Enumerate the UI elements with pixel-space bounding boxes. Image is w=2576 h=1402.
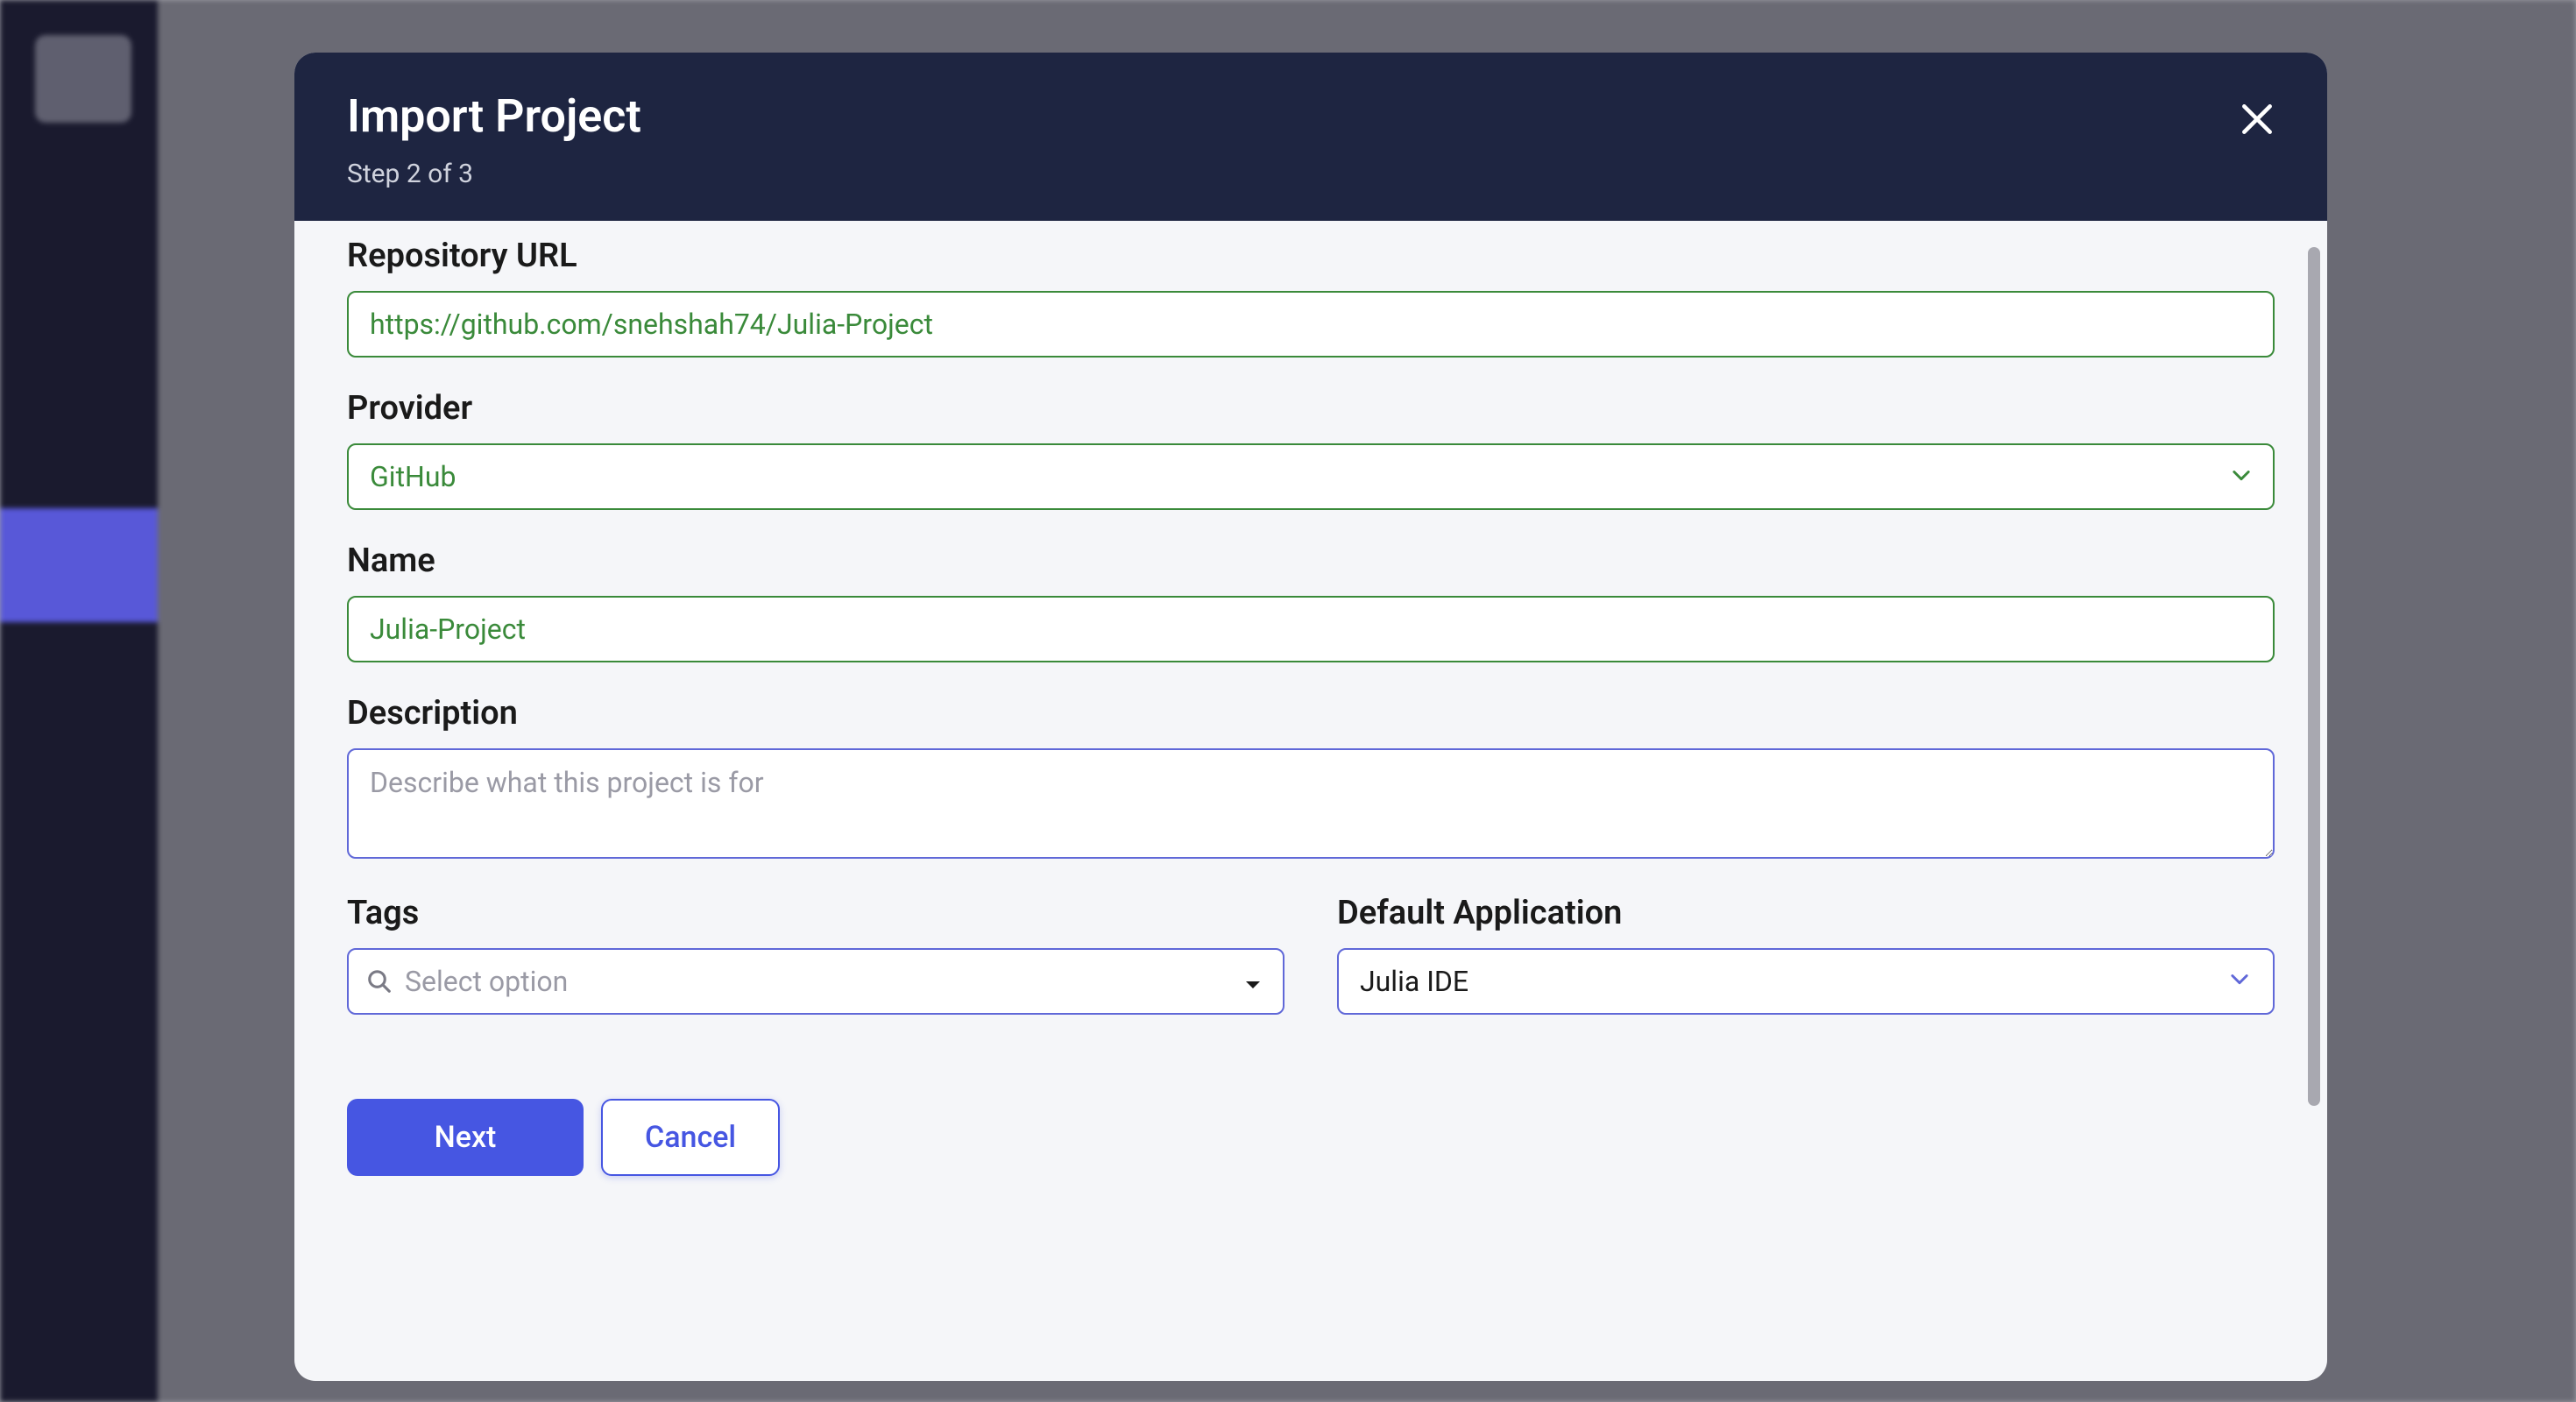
tags-placeholder: Select option	[405, 965, 568, 998]
modal-actions: Next Cancel	[347, 1099, 2275, 1176]
description-textarea[interactable]	[347, 748, 2275, 859]
scrollbar-thumb[interactable]	[2308, 247, 2320, 1106]
provider-value: GitHub	[370, 460, 456, 493]
field-repository-url: Repository URL	[347, 237, 2275, 358]
modal-body: Repository URL Provider GitHub Name Desc…	[294, 221, 2327, 1381]
tags-label: Tags	[347, 894, 1284, 932]
tags-select[interactable]: Select option	[347, 948, 1284, 1015]
repository-url-label: Repository URL	[347, 237, 2275, 275]
modal-header: Import Project Step 2 of 3	[294, 53, 2327, 221]
next-button[interactable]: Next	[347, 1099, 584, 1176]
modal-title: Import Project	[347, 89, 2275, 143]
field-description: Description	[347, 694, 2275, 862]
field-tags: Tags Select option	[347, 894, 1284, 1015]
close-icon	[2238, 100, 2276, 138]
field-default-application: Default Application Julia IDE	[1337, 894, 2275, 1015]
provider-select[interactable]: GitHub	[347, 443, 2275, 510]
blurred-background-element	[35, 35, 131, 123]
default-application-select[interactable]: Julia IDE	[1337, 948, 2275, 1015]
default-application-value: Julia IDE	[1360, 965, 1468, 998]
field-provider: Provider GitHub	[347, 389, 2275, 510]
name-label: Name	[347, 542, 2275, 580]
close-button[interactable]	[2236, 98, 2278, 140]
default-application-label: Default Application	[1337, 894, 2275, 932]
description-label: Description	[347, 694, 2275, 733]
cancel-button[interactable]: Cancel	[601, 1099, 780, 1176]
repository-url-input[interactable]	[347, 291, 2275, 358]
field-row-tags-app: Tags Select option Default Application J…	[347, 894, 2275, 1046]
field-name: Name	[347, 542, 2275, 662]
scrollbar-track[interactable]	[2308, 247, 2320, 1141]
import-project-modal: Import Project Step 2 of 3 Repository UR…	[294, 53, 2327, 1381]
name-input[interactable]	[347, 596, 2275, 662]
caret-down-icon	[1244, 965, 1262, 998]
modal-step-indicator: Step 2 of 3	[347, 159, 2275, 189]
provider-label: Provider	[347, 389, 2275, 428]
search-icon	[366, 968, 393, 995]
chevron-down-icon	[2227, 965, 2252, 998]
